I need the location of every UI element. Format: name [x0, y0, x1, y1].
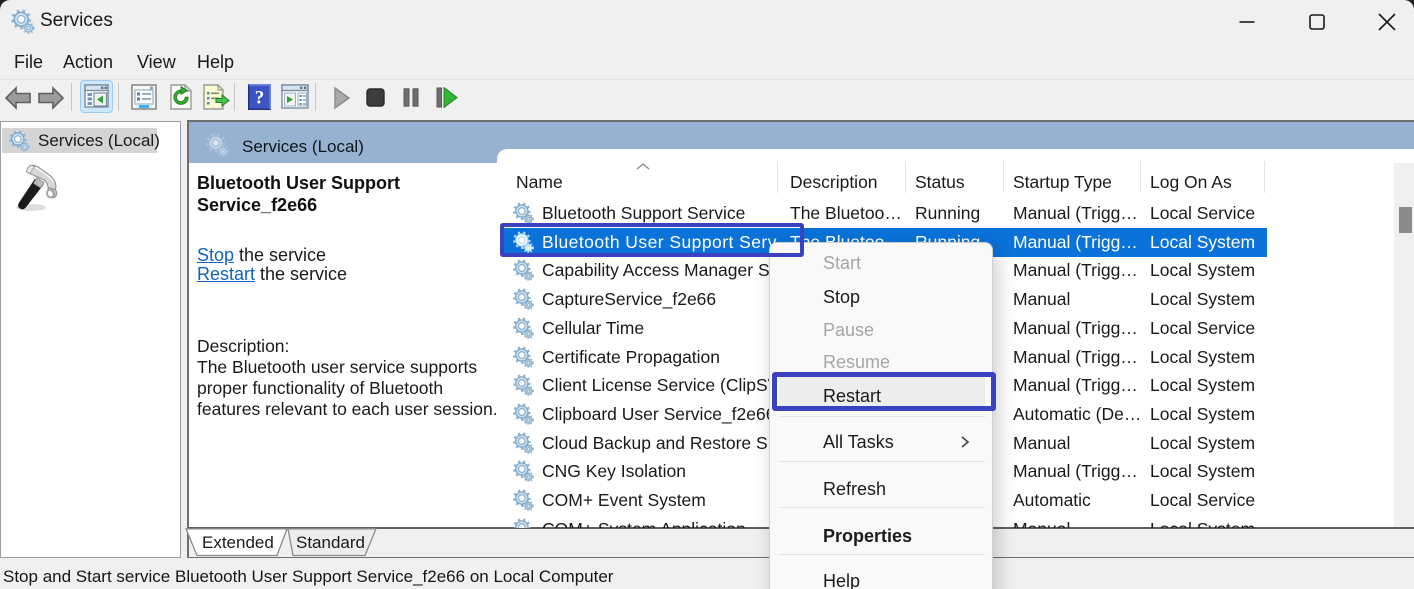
svg-text:Extended: Extended [202, 533, 274, 552]
svg-text:Standard: Standard [296, 533, 365, 552]
svg-text:?: ? [255, 88, 265, 109]
